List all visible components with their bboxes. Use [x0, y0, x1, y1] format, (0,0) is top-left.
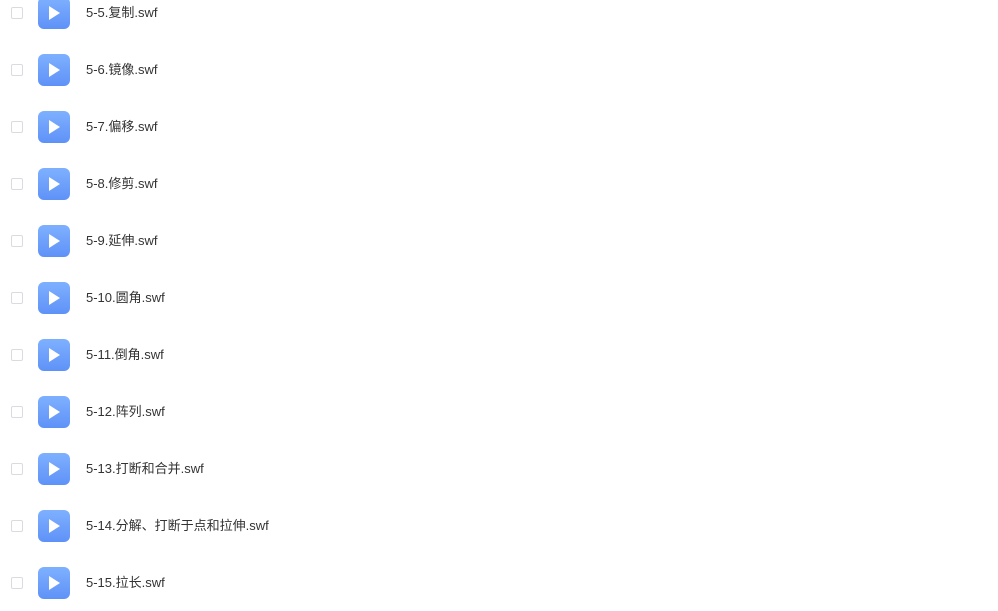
- file-row[interactable]: 5-5.复制.swf: [0, 0, 998, 41]
- file-name[interactable]: 5-8.修剪.swf: [86, 176, 158, 192]
- row-checkbox[interactable]: [11, 177, 23, 190]
- row-checkbox[interactable]: [11, 234, 23, 247]
- row-checkbox[interactable]: [11, 120, 23, 133]
- row-checkbox[interactable]: [11, 291, 23, 304]
- file-name[interactable]: 5-5.复制.swf: [86, 5, 158, 21]
- file-row[interactable]: 5-8.修剪.swf: [0, 155, 998, 212]
- file-name[interactable]: 5-11.倒角.swf: [86, 347, 164, 363]
- file-row[interactable]: 5-15.拉长.swf: [0, 554, 998, 611]
- file-name[interactable]: 5-9.延伸.swf: [86, 233, 158, 249]
- video-play-icon: [38, 167, 70, 200]
- row-checkbox[interactable]: [11, 462, 23, 475]
- file-name[interactable]: 5-10.圆角.swf: [86, 290, 165, 306]
- file-name[interactable]: 5-6.镜像.swf: [86, 62, 158, 78]
- row-checkbox[interactable]: [11, 348, 23, 361]
- video-play-icon: [38, 53, 70, 86]
- file-row[interactable]: 5-7.偏移.swf: [0, 98, 998, 155]
- video-play-icon: [38, 338, 70, 371]
- video-play-icon: [38, 395, 70, 428]
- video-play-icon: [38, 224, 70, 257]
- video-play-icon: [38, 0, 70, 29]
- file-row[interactable]: 5-12.阵列.swf: [0, 383, 998, 440]
- file-row[interactable]: 5-9.延伸.swf: [0, 212, 998, 269]
- row-checkbox[interactable]: [11, 405, 23, 418]
- row-checkbox[interactable]: [11, 576, 23, 589]
- file-name[interactable]: 5-12.阵列.swf: [86, 404, 165, 420]
- video-play-icon: [38, 281, 70, 314]
- file-row[interactable]: 5-13.打断和合并.swf: [0, 440, 998, 497]
- file-name[interactable]: 5-14.分解、打断于点和拉伸.swf: [86, 518, 269, 534]
- row-checkbox[interactable]: [11, 6, 23, 19]
- file-row[interactable]: 5-6.镜像.swf: [0, 41, 998, 98]
- file-name[interactable]: 5-7.偏移.swf: [86, 119, 158, 135]
- file-row[interactable]: 5-10.圆角.swf: [0, 269, 998, 326]
- video-play-icon: [38, 452, 70, 485]
- file-name[interactable]: 5-15.拉长.swf: [86, 575, 165, 591]
- row-checkbox[interactable]: [11, 519, 23, 532]
- file-list: 5-5.复制.swf 5-6.镜像.swf 5-7.偏移.swf 5-8.修剪.…: [0, 0, 998, 611]
- file-row[interactable]: 5-14.分解、打断于点和拉伸.swf: [0, 497, 998, 554]
- row-checkbox[interactable]: [11, 63, 23, 76]
- file-name[interactable]: 5-13.打断和合并.swf: [86, 461, 204, 477]
- video-play-icon: [38, 566, 70, 599]
- file-row[interactable]: 5-11.倒角.swf: [0, 326, 998, 383]
- video-play-icon: [38, 509, 70, 542]
- video-play-icon: [38, 110, 70, 143]
